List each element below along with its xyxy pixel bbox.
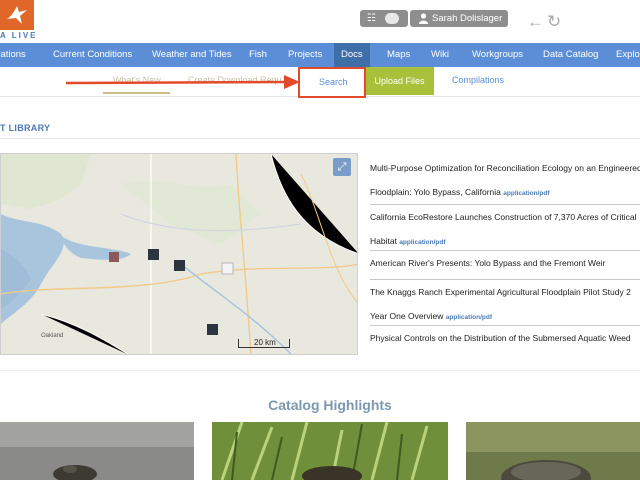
nav-item-operations[interactable]: erations — [0, 43, 26, 67]
user-menu-button[interactable]: Sarah Dolislager — [410, 10, 508, 27]
document-type: application/pdf — [445, 314, 492, 321]
map-marker[interactable] — [207, 324, 218, 335]
turtle-grass-photo — [212, 422, 448, 480]
user-name: Sarah Dolislager — [432, 13, 503, 24]
map-marker[interactable] — [174, 260, 185, 271]
divider — [0, 370, 640, 371]
top-header: A LIVE ☷ Sarah Dolislager ← ↻ — [0, 0, 640, 42]
nav-item-projects[interactable]: Projects — [288, 43, 322, 67]
map-marker[interactable] — [221, 262, 234, 275]
nav-item-fish[interactable]: Fish — [249, 43, 267, 67]
catalog-highlights-title: Catalog Highlights — [268, 397, 392, 413]
bird-logo-icon — [7, 6, 27, 24]
map-marker[interactable] — [109, 252, 119, 262]
user-icon — [419, 13, 428, 24]
document-type: application/pdf — [399, 239, 446, 246]
map-scale-bar: 20 km — [238, 338, 290, 348]
list-item[interactable]: Physical Controls on the Distribution of… — [370, 326, 640, 356]
document-title: Physical Controls on the Distribution of… — [370, 333, 631, 343]
nav-item-current-conditions[interactable]: Current Conditions — [53, 43, 132, 67]
document-title-cont: Year One Overview — [370, 311, 444, 321]
nav-item-data-catalog[interactable]: Data Catalog — [543, 43, 598, 67]
arrow-left-icon[interactable]: ← — [527, 13, 544, 30]
nav-item-weather-tides[interactable]: Weather and Tides — [152, 43, 232, 67]
cart-toggle[interactable] — [385, 13, 399, 24]
scale-label: 20 km — [254, 338, 276, 347]
document-title: California EcoRestore Launches Construct… — [370, 212, 637, 222]
documents-map[interactable]: Oakland — [0, 153, 358, 355]
turtle-log-photo — [466, 422, 640, 480]
document-title: American River's Presents: Yolo Bypass a… — [370, 258, 606, 268]
map-place-label: Oakland — [41, 333, 64, 339]
refresh-icon[interactable]: ↻ — [547, 12, 561, 32]
search-label: Search — [319, 77, 348, 87]
site-logo[interactable] — [0, 0, 34, 30]
document-type: application/pdf — [503, 190, 550, 197]
nav-item-explore[interactable]: Explor — [616, 43, 640, 67]
basket-icon: ☷ — [367, 13, 376, 24]
tab-search[interactable]: Search — [298, 67, 366, 98]
nav-item-wiki[interactable]: Wiki — [431, 43, 449, 67]
expand-icon[interactable]: ⤢ — [333, 158, 351, 176]
list-item[interactable]: American River's Presents: Yolo Bypass a… — [370, 251, 640, 280]
turtle-photo — [0, 422, 194, 480]
map-marker[interactable] — [148, 249, 159, 260]
cart-button[interactable]: ☷ — [360, 10, 408, 27]
upload-files-button[interactable]: Upload Files — [365, 67, 434, 95]
document-title-cont: Floodplain: Yolo Bypass, California — [370, 187, 501, 197]
nav-item-docs[interactable]: Docs — [334, 43, 370, 67]
logo-text: A LIVE — [0, 31, 38, 40]
catalog-photo-turtle-1[interactable] — [0, 422, 194, 480]
main-nav: erations Current Conditions Weather and … — [0, 43, 640, 67]
nav-item-workgroups[interactable]: Workgroups — [472, 43, 523, 67]
nav-item-maps[interactable]: Maps — [387, 43, 410, 67]
divider — [0, 138, 640, 139]
catalog-photo-turtle-2[interactable] — [212, 422, 448, 480]
map-background — [1, 154, 357, 354]
annotation-arrow — [66, 75, 300, 89]
document-title-cont: Habitat — [370, 236, 397, 246]
document-title: The Knaggs Ranch Experimental Agricultur… — [370, 287, 631, 297]
list-item[interactable]: California EcoRestore Launches Construct… — [370, 205, 640, 251]
library-title: T LIBRARY — [0, 123, 51, 133]
list-item[interactable]: Multi-Purpose Optimization for Reconcili… — [370, 156, 640, 205]
document-title: Multi-Purpose Optimization for Reconcili… — [370, 163, 640, 173]
active-tab-underline — [103, 92, 170, 94]
catalog-photo-turtle-3[interactable] — [466, 422, 640, 480]
list-item[interactable]: The Knaggs Ranch Experimental Agricultur… — [370, 280, 640, 326]
tab-compilations[interactable]: Compilations — [452, 75, 504, 85]
